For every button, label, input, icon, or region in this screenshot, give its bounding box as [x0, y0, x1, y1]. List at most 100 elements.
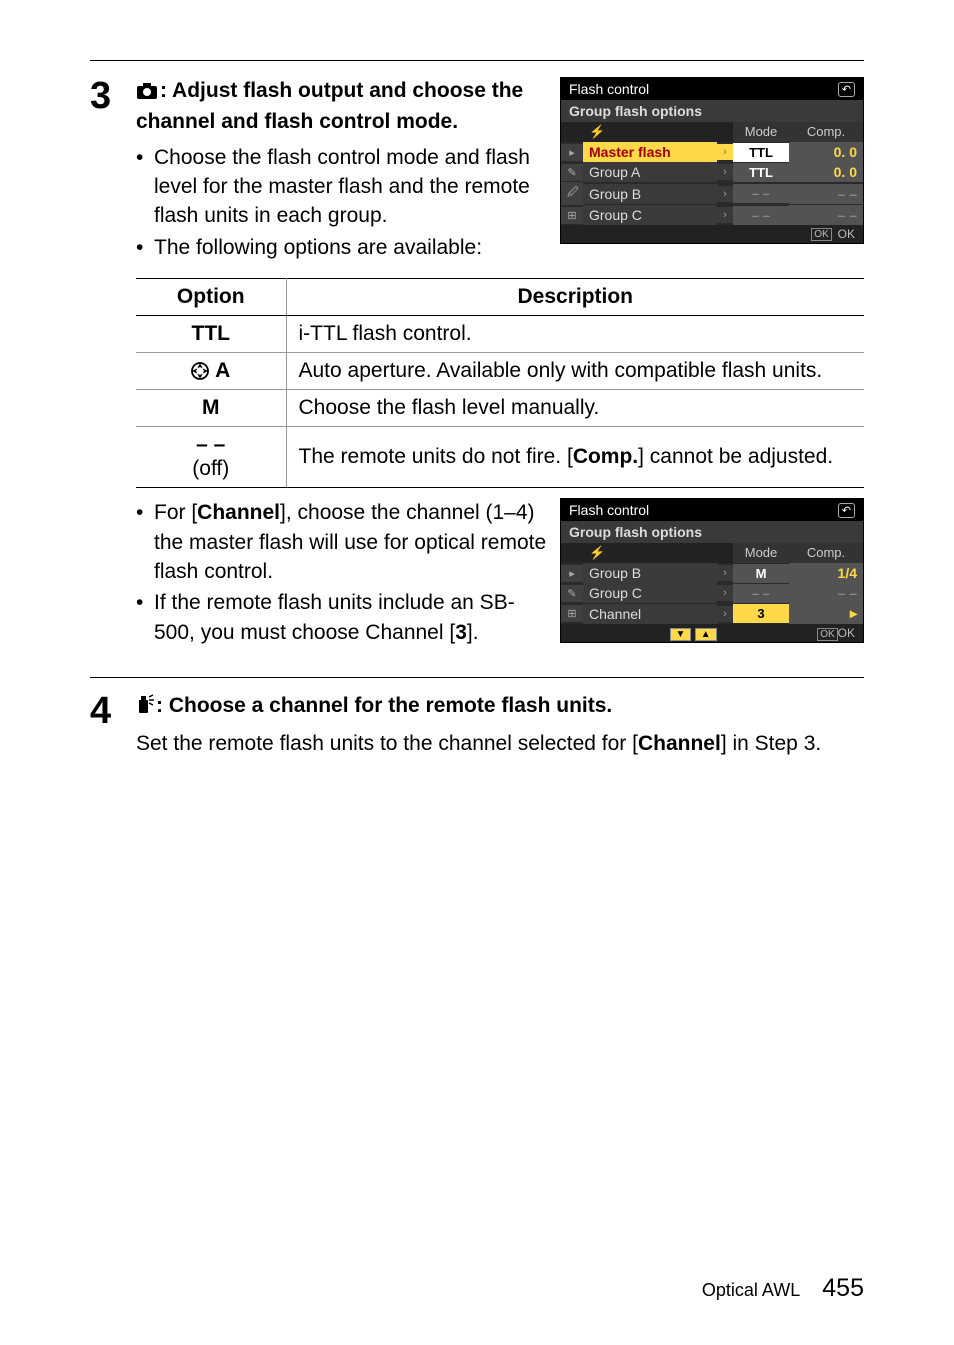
menu1-r3-label: Group C	[583, 205, 717, 225]
menu1-side	[561, 122, 583, 142]
step3-bullet2: The following options are available:	[136, 233, 550, 262]
menu2-row-c: ✎ Group C › – – – –	[561, 583, 863, 603]
menu2-box: Flash control ↶ Group flash options ⚡ Mo…	[560, 498, 864, 643]
menu-side-icon: 🖉	[561, 182, 583, 205]
step3-bullet3: For [Channel], choose the channel (1–4) …	[136, 498, 550, 586]
step4-number: 4	[90, 692, 124, 730]
menu1-r0-label: Master flash	[583, 142, 717, 162]
menu-screenshot-2: Flash control ↶ Group flash options ⚡ Mo…	[560, 498, 864, 643]
chevron-icon: ›	[717, 585, 733, 601]
step3-bullet4: If the remote flash units include an SB-…	[136, 588, 550, 647]
menu1-title-row: Flash control ↶	[561, 78, 863, 100]
options-row-m: M Choose the flash level manually.	[136, 390, 864, 427]
menu1-row-master: ▸ Master flash › TTL 0. 0	[561, 142, 863, 162]
options-header-row: Option Description	[136, 279, 864, 316]
b3-bold: Channel	[197, 501, 280, 524]
options-row-ttl: TTL i-TTL flash control.	[136, 316, 864, 353]
desc-off: The remote units do not fire. [Comp.] ca…	[286, 427, 864, 488]
menu2-col-comp: Comp.	[789, 543, 863, 563]
desc-ttl: i-TTL flash control.	[286, 316, 864, 353]
menu1-title: Flash control	[569, 81, 649, 97]
step4-heading: : Choose a channel for the remote flash …	[136, 692, 864, 722]
menu1-row-a: ✎ Group A › TTL 0. 0	[561, 162, 863, 182]
footer-page: 455	[822, 1274, 864, 1303]
menu2-row-b: ▸ Group B › M 1/4	[561, 563, 863, 583]
up-icon: ▲	[695, 628, 717, 641]
menu1-r2-label: Group B	[583, 184, 717, 204]
desc-off-post: ] cannot be adjusted.	[638, 445, 833, 468]
page-footer: Optical AWL 455	[702, 1274, 864, 1303]
step3-text: 3 : Adjust flash output and choose the c…	[90, 77, 550, 270]
s4-pre: Set the remote flash units to the channe…	[136, 732, 638, 755]
step3-bullets: Choose the flash control mode and flash …	[136, 143, 550, 263]
menu-side-icon: ▸	[561, 565, 583, 582]
menu1-ok: OK	[838, 227, 855, 241]
options-table: Option Description TTL i-TTL flash contr…	[136, 278, 864, 488]
rule-top	[90, 60, 864, 61]
opt-off-dash: – –	[148, 433, 274, 457]
menu2-footer: ▼ ▲ OKOK	[561, 624, 863, 642]
menu2-r0-comp: 1/4	[789, 563, 863, 583]
step3-lower: For [Channel], choose the channel (1–4) …	[136, 498, 864, 649]
menu1-box: Flash control ↶ Group flash options ⚡ Mo…	[560, 77, 864, 244]
opt-ttl: TTL	[136, 316, 286, 353]
menu2-r1-comp: – –	[789, 583, 863, 603]
menu2-title: Flash control	[569, 502, 649, 518]
rule-step4	[90, 677, 864, 678]
menu1-r0-mode: TTL	[733, 143, 789, 162]
chevron-icon: ›	[717, 207, 733, 223]
camera-icon	[136, 80, 158, 108]
desc-off-pre: The remote units do not fire. [	[299, 445, 573, 468]
aperture-icon	[191, 359, 215, 382]
menu2-r2-arrow: ▸	[789, 603, 863, 624]
menu2-header: ⚡ Mode Comp.	[561, 543, 863, 563]
chevron-icon: ›	[717, 606, 733, 622]
menu1-r0-comp: 0. 0	[789, 142, 863, 162]
ok-icon: OK	[811, 228, 831, 241]
play-icon: ▸	[561, 144, 583, 161]
step3-number: 3	[90, 77, 124, 115]
menu2-subtitle: Group flash options	[561, 521, 863, 543]
chevron-icon: ›	[717, 144, 733, 160]
b3-pre: For [	[154, 501, 197, 524]
s4-bold: Channel	[638, 732, 721, 755]
b4-post: ].	[467, 621, 479, 644]
step3-lower-bullets: For [Channel], choose the channel (1–4) …	[136, 498, 550, 649]
footer-section: Optical AWL	[702, 1280, 800, 1301]
step3-heading-row: 3 : Adjust flash output and choose the c…	[90, 77, 550, 264]
chevron-icon: ›	[717, 565, 733, 581]
menu-side-icon: ✎	[561, 585, 583, 602]
menu2-r0-label: Group B	[583, 563, 717, 583]
menu2-r2-label: Channel	[583, 604, 717, 624]
desc-m: Choose the flash level manually.	[286, 390, 864, 427]
menu-screenshot-1: Flash control ↶ Group flash options ⚡ Mo…	[560, 77, 864, 244]
step4-row: 4 : Choose a channel for the remote flas…	[90, 692, 864, 758]
menu1-flash-icon: ⚡	[583, 122, 717, 142]
ok-icon: OK	[817, 628, 837, 641]
opt-off-sub: (off)	[148, 457, 274, 481]
menu2-col-mode: Mode	[733, 543, 789, 563]
options-header-desc: Description	[286, 279, 864, 316]
menu1-footer: OK OK	[561, 225, 863, 243]
menu1-r2-comp: – –	[789, 184, 863, 204]
opt-off: – – (off)	[136, 427, 286, 488]
step3-heading: : Adjust flash output and choose the cha…	[136, 77, 550, 137]
menu1-r3-comp: – –	[789, 205, 863, 225]
menu-side-icon: ⊞	[561, 207, 583, 224]
step4-heading-text: : Choose a channel for the remote flash …	[156, 694, 612, 717]
menu1-col-comp: Comp.	[789, 122, 863, 142]
opt-m: M	[136, 390, 286, 427]
remote-flash-icon	[136, 694, 154, 722]
back-icon: ↶	[838, 503, 855, 518]
options-row-aa: A Auto aperture. Available only with com…	[136, 353, 864, 390]
down-icon: ▼	[670, 628, 692, 641]
menu2-ok: OK	[838, 626, 855, 640]
opt-aa: A	[136, 353, 286, 390]
menu2-row-channel: ⊞ Channel › 3 ▸	[561, 603, 863, 624]
menu1-r1-comp: 0. 0	[789, 162, 863, 182]
step4-text: Set the remote flash units to the channe…	[136, 729, 864, 758]
menu-side-icon: ✎	[561, 164, 583, 181]
desc-aa: Auto aperture. Available only with compa…	[286, 353, 864, 390]
step3-body: : Adjust flash output and choose the cha…	[136, 77, 550, 264]
options-header-option: Option	[136, 279, 286, 316]
